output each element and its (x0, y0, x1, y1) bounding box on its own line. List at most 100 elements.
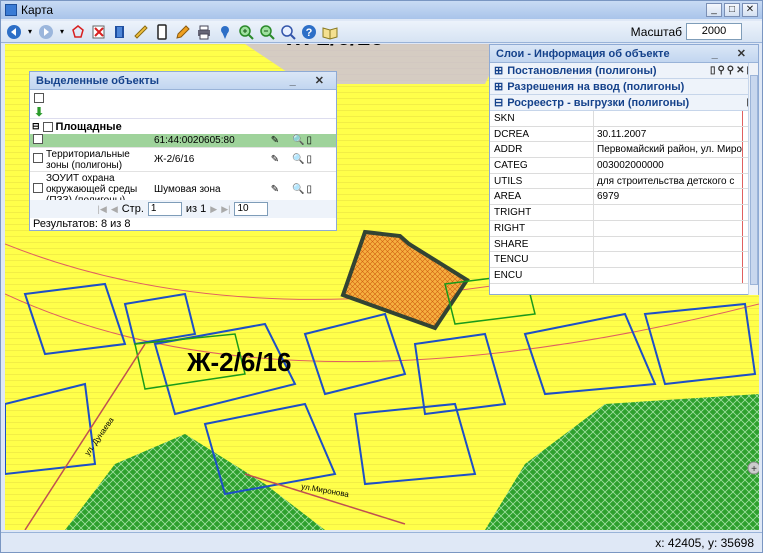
attribute-row: SHARE (490, 236, 758, 253)
attribute-key: ENCU (490, 267, 594, 283)
selected-objects-title: Выделенные объекты _ ✕ (30, 72, 336, 90)
row-layer (44, 140, 152, 142)
zone-label-top: Ж-2/6/16 (287, 44, 383, 52)
row-checkbox[interactable] (33, 134, 43, 144)
section-header[interactable]: ⊞ Разрешения на ввод (полигоны) (490, 79, 758, 95)
layers-icon[interactable] (111, 23, 129, 41)
maximize-button[interactable]: □ (724, 3, 740, 17)
row-checkbox[interactable] (33, 183, 43, 193)
object-info-panel: Слои - Информация об объекте _ ✕ ⊞ Поста… (489, 44, 759, 295)
prev-page-icon[interactable]: ◀ (111, 204, 118, 215)
attribute-value: Первомайский район, ул. Миро (597, 144, 742, 156)
close-button[interactable]: ✕ (742, 3, 758, 17)
ruler-icon[interactable] (132, 23, 150, 41)
section-header[interactable]: ⊟ Росреестр - выгрузки (полигоны) ▯ (490, 95, 758, 111)
attribute-value: для строительства детского с (597, 175, 735, 187)
attribute-value (594, 268, 742, 283)
group-header[interactable]: ⊟ Площадные (30, 118, 336, 134)
status-bar: x: 42405, y: 35698 (1, 532, 762, 552)
attribute-value: 30.11.2007 (597, 128, 647, 140)
title-bar: Карта _ □ ✕ (1, 1, 762, 19)
search-icon[interactable] (279, 23, 297, 41)
book-icon[interactable] (321, 23, 339, 41)
attribute-value: 6979 (597, 191, 620, 203)
attribute-key: DCREA (490, 126, 594, 142)
row-checkbox[interactable] (33, 153, 43, 163)
section-label: Росреестр - выгрузки (полигоны) (507, 96, 690, 109)
attribute-value (594, 237, 742, 252)
page-input[interactable]: 1 (147, 202, 182, 216)
phone-icon[interactable] (153, 23, 171, 41)
svg-text:+: + (751, 464, 757, 475)
row-actions-icon[interactable]: 🔍▯ (288, 154, 318, 165)
collapse-icon[interactable]: ⊟ (494, 96, 503, 109)
edit-icon[interactable]: ✎ (262, 184, 288, 195)
attribute-key: UTILS (490, 173, 594, 189)
scroll-thumb[interactable] (750, 75, 758, 285)
row-value: Ж-2/6/16 (154, 154, 195, 165)
toolbar: ▾ ▾ ? Масштаб 2000 (1, 21, 762, 43)
selected-objects-panel: Выделенные объекты _ ✕ ⬇ ⊟ Площадные 61:… (29, 71, 337, 231)
zoom-in-icon[interactable] (237, 23, 255, 41)
panel-controls[interactable]: _ ✕ (712, 45, 754, 63)
window-title: Карта (21, 3, 54, 17)
attribute-row: AREA 6979 (490, 189, 758, 206)
app-icon (5, 4, 17, 16)
back-icon[interactable] (5, 23, 23, 41)
row-layer: Территориальные зоны (полигоны) (46, 148, 130, 171)
info-scrollbar[interactable] (748, 63, 758, 295)
export-icon[interactable]: ⬇ (34, 105, 44, 119)
zoom-out-icon[interactable] (258, 23, 276, 41)
zone-label: Ж-2/6/16 (187, 347, 292, 377)
first-page-icon[interactable]: |◀ (98, 204, 107, 215)
page-count: из 1 (185, 203, 207, 215)
attribute-key: ADDR (490, 142, 594, 158)
select-all-checkbox[interactable] (34, 93, 44, 103)
edit-icon[interactable]: ✎ (262, 135, 288, 146)
scale-label: Масштаб (630, 25, 682, 39)
panel-controls[interactable]: _ ✕ (290, 72, 332, 90)
minimize-button[interactable]: _ (706, 3, 722, 17)
attribute-row: ENCU (490, 267, 758, 284)
attribute-key: SHARE (490, 236, 594, 252)
attribute-value (594, 111, 742, 126)
svg-text:?: ? (306, 27, 313, 39)
group-checkbox[interactable] (42, 121, 53, 132)
results-count: Результатов: 8 из 8 (33, 218, 131, 230)
attribute-row: CATEG 003002000000 (490, 158, 758, 174)
dropdown-arrow-icon[interactable]: ▾ (26, 23, 34, 41)
info-panel-title: Слои - Информация об объекте _ ✕ (490, 45, 758, 63)
row-actions-icon[interactable]: 🔍▯ (288, 184, 318, 195)
pencil-icon[interactable] (174, 23, 192, 41)
expand-icon[interactable]: ⊞ (494, 80, 503, 93)
attribute-row: TRIGHT (490, 205, 758, 221)
help-icon[interactable]: ? (300, 23, 318, 41)
select-polygon-icon[interactable] (69, 23, 87, 41)
attribute-row: TENCU (490, 252, 758, 268)
page-size-select[interactable]: 10 (234, 202, 269, 216)
table-row[interactable]: Территориальные зоны (полигоны) Ж-2/6/16… (30, 148, 336, 172)
attribute-row: UTILS для строительства детского с (490, 173, 758, 190)
attribute-value: 003002000000 (597, 160, 664, 172)
last-page-icon[interactable]: ▶| (221, 204, 230, 215)
select-all-row (30, 90, 336, 106)
panel-title-text: Слои - Информация об объекте (496, 48, 670, 60)
edit-icon[interactable]: ✎ (262, 154, 288, 165)
next-page-icon[interactable]: ▶ (210, 204, 217, 215)
collapse-icon[interactable]: ⊟ (32, 121, 40, 132)
attribute-value (594, 205, 742, 220)
marker-icon[interactable] (216, 23, 234, 41)
attribute-key: SKN (490, 111, 594, 126)
attribute-key: CATEG (490, 158, 594, 173)
expand-icon[interactable]: ⊞ (494, 64, 503, 77)
row-actions-icon[interactable]: 🔍▯ (288, 135, 318, 146)
attribute-row: RIGHT (490, 220, 758, 237)
print-icon[interactable] (195, 23, 213, 41)
group-label: Площадные (55, 120, 122, 133)
clear-selection-icon[interactable] (90, 23, 108, 41)
section-header[interactable]: ⊞ Постановления (полигоны) ▯⚲⚲✕▯ (490, 63, 758, 79)
scale-input[interactable]: 2000 (686, 23, 742, 40)
table-row[interactable]: 61:44:0020605:80 ✎ 🔍▯ (30, 134, 336, 148)
forward-icon[interactable] (37, 23, 55, 41)
dropdown-arrow-icon[interactable]: ▾ (58, 23, 66, 41)
